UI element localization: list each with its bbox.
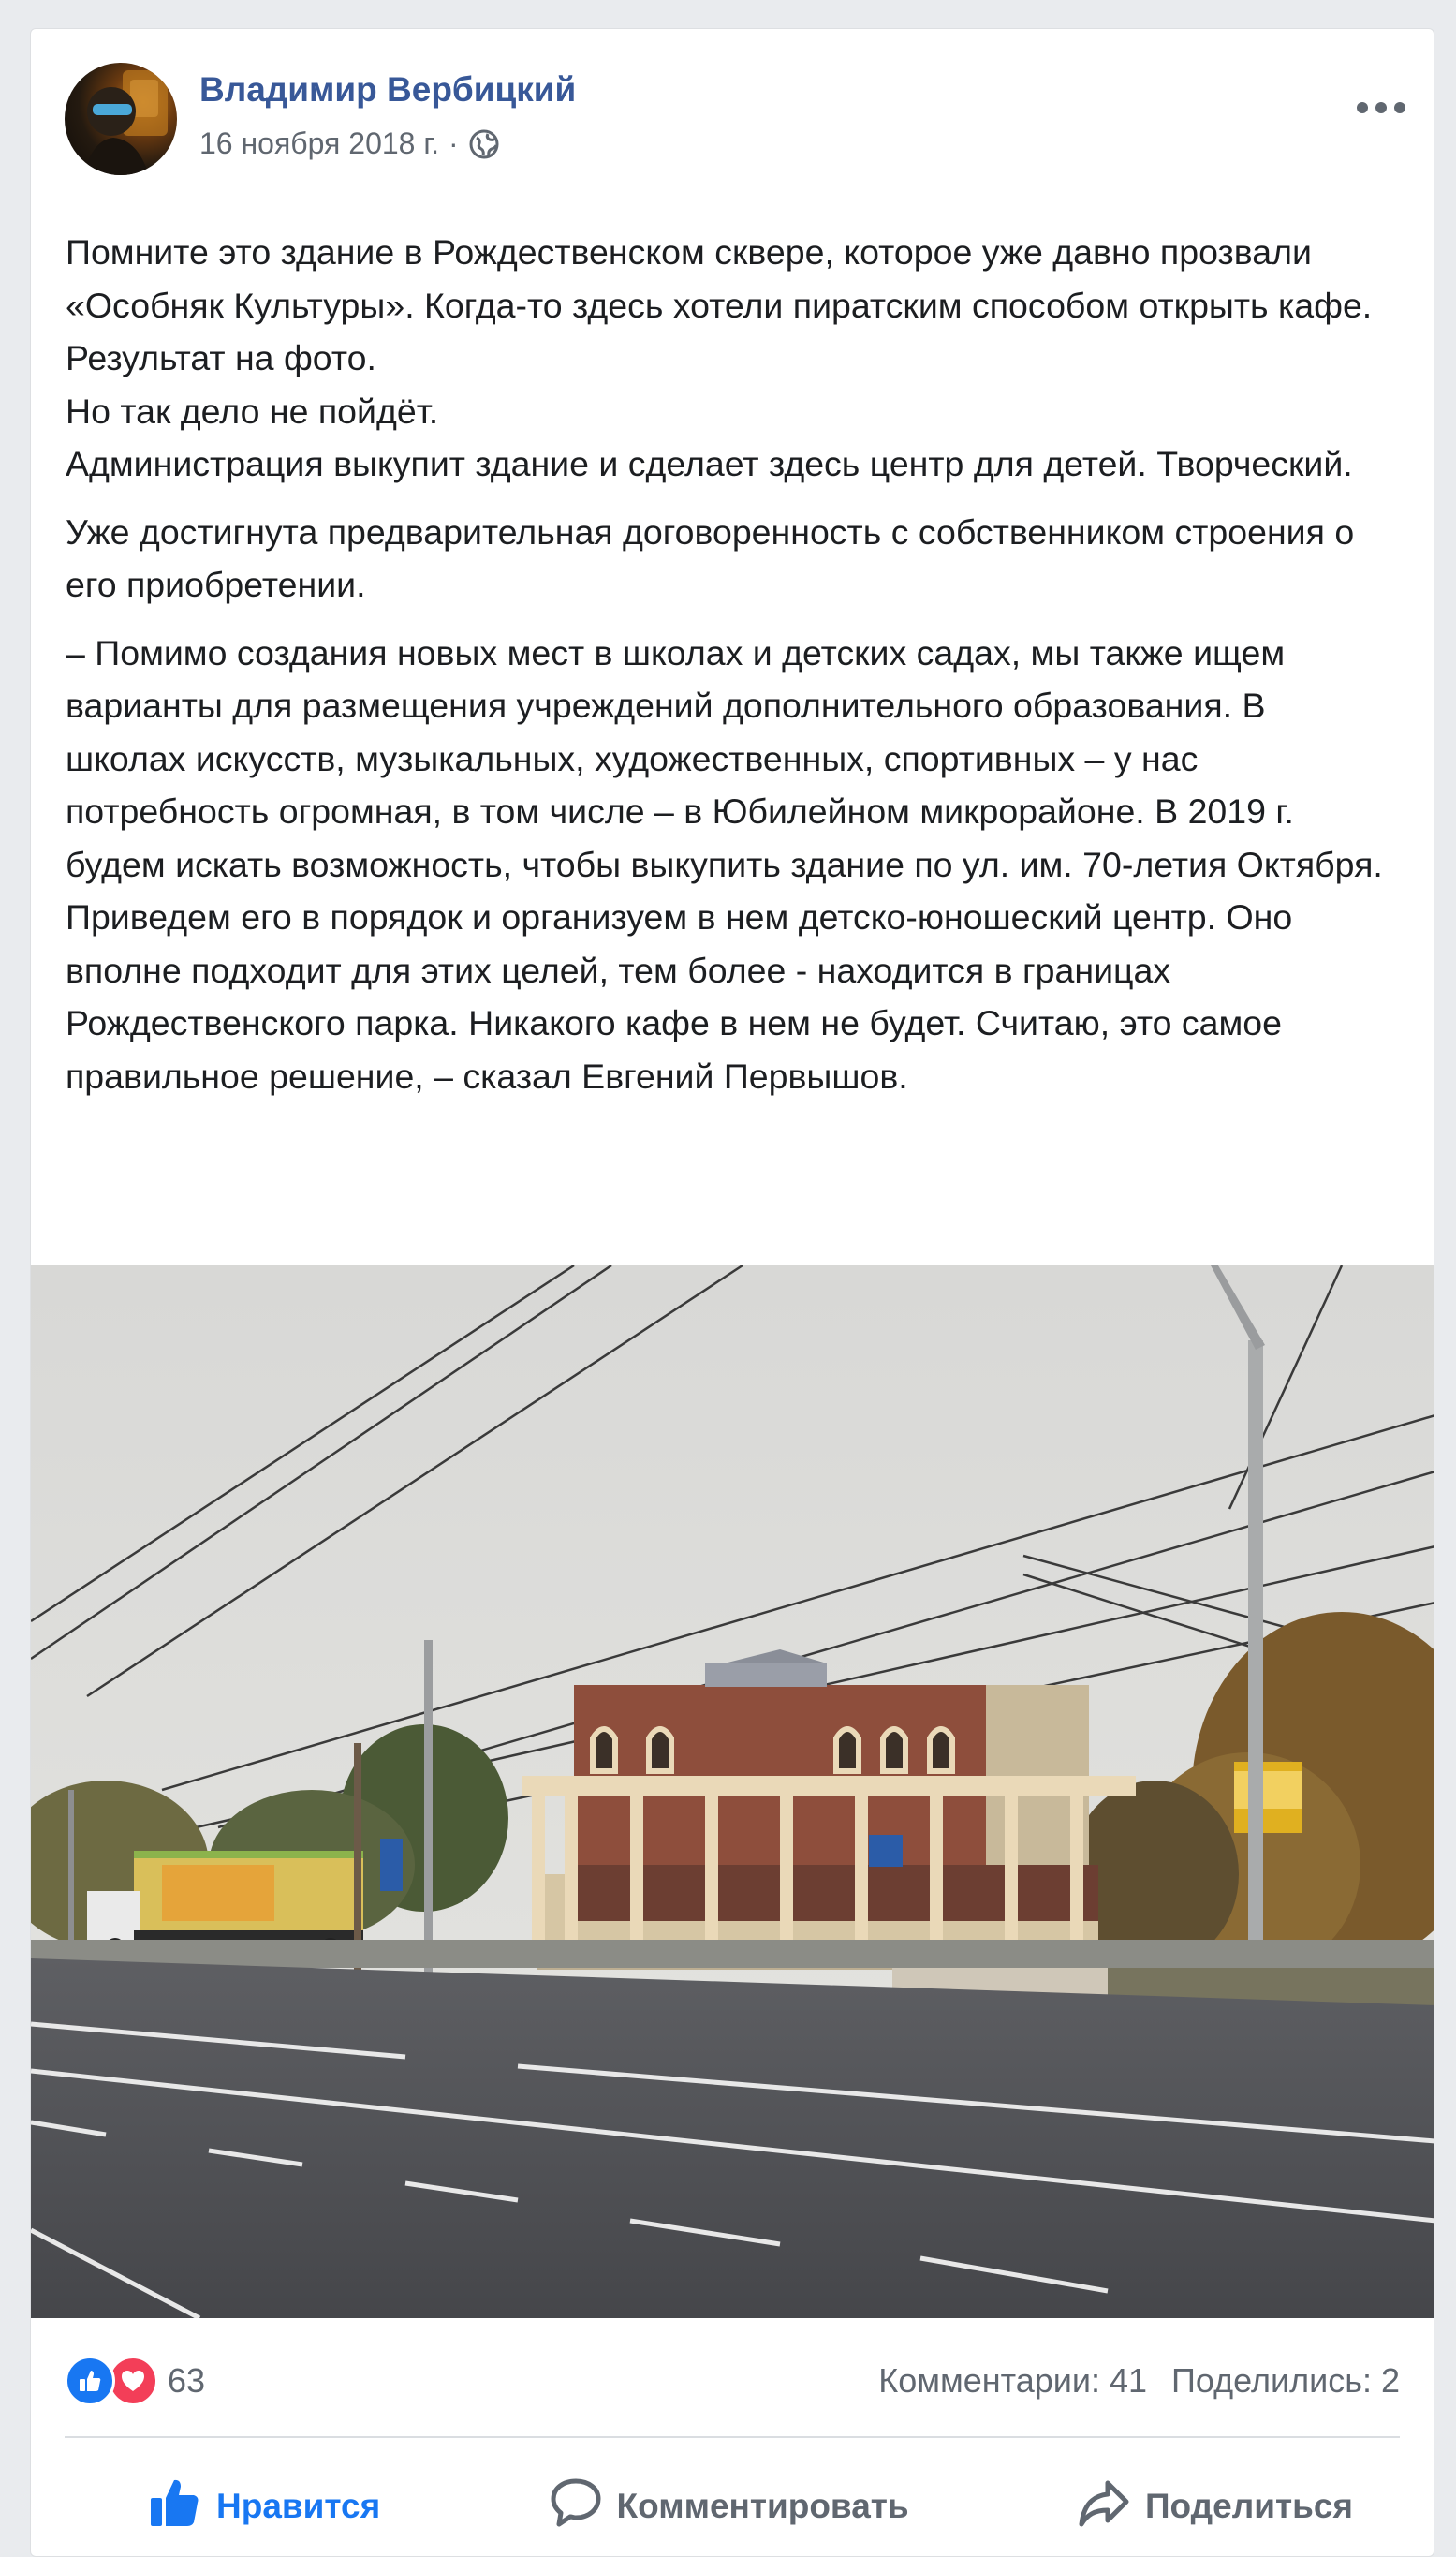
post-paragraph-2: Уже достигнута предварительная договорен…	[66, 511, 1355, 605]
actions-divider	[65, 2436, 1400, 2438]
post-meta: 16 ноября 2018 г. ·	[199, 126, 500, 161]
avatar-image	[83, 70, 168, 175]
share-button[interactable]: Поделиться	[1059, 2468, 1372, 2546]
post-date[interactable]: 16 ноября 2018 г.	[199, 126, 439, 161]
reaction-icons[interactable]	[65, 2356, 158, 2406]
like-label: Нравится	[216, 2487, 381, 2525]
reactions-bar: 63 Комментарии: 41 Поделились: 2	[65, 2348, 1400, 2414]
like-button[interactable]: Нравится	[130, 2468, 399, 2546]
love-icon[interactable]	[108, 2356, 158, 2406]
meta-separator: ·	[449, 126, 459, 160]
reaction-count[interactable]: 63	[168, 2361, 205, 2401]
post-paragraph-3: – Помимо создания новых мест в школах и …	[66, 632, 1383, 1096]
like-icon[interactable]	[65, 2356, 115, 2406]
share-label: Поделиться	[1144, 2487, 1353, 2525]
shares-count[interactable]: Поделились: 2	[1171, 2361, 1400, 2401]
comment-button[interactable]: Комментировать	[531, 2468, 928, 2546]
post-paragraph-1: Помните это здание в Рождественском скве…	[66, 232, 1373, 483]
avatar[interactable]	[65, 63, 177, 175]
comments-count[interactable]: Комментарии: 41	[878, 2361, 1147, 2401]
post-card: Владимир Вербицкий 16 ноября 2018 г. · П…	[30, 28, 1434, 2557]
comment-label: Комментировать	[616, 2487, 909, 2525]
share-icon	[1078, 2477, 1130, 2536]
author-name[interactable]: Владимир Вербицкий	[199, 70, 576, 110]
comment-icon	[550, 2477, 602, 2536]
globe-icon[interactable]	[468, 128, 500, 160]
thumbs-up-icon	[149, 2477, 201, 2536]
engagement-counts: Комментарии: 41 Поделились: 2	[878, 2361, 1400, 2401]
post-photo[interactable]	[31, 1265, 1434, 2318]
post-actions: Нравится Комментировать Поделиться	[65, 2455, 1400, 2556]
photo-building-street	[31, 1265, 1434, 2318]
post-text: Помните это здание в Рождественском скве…	[66, 226, 1395, 1117]
more-options-icon[interactable]	[1353, 89, 1409, 126]
